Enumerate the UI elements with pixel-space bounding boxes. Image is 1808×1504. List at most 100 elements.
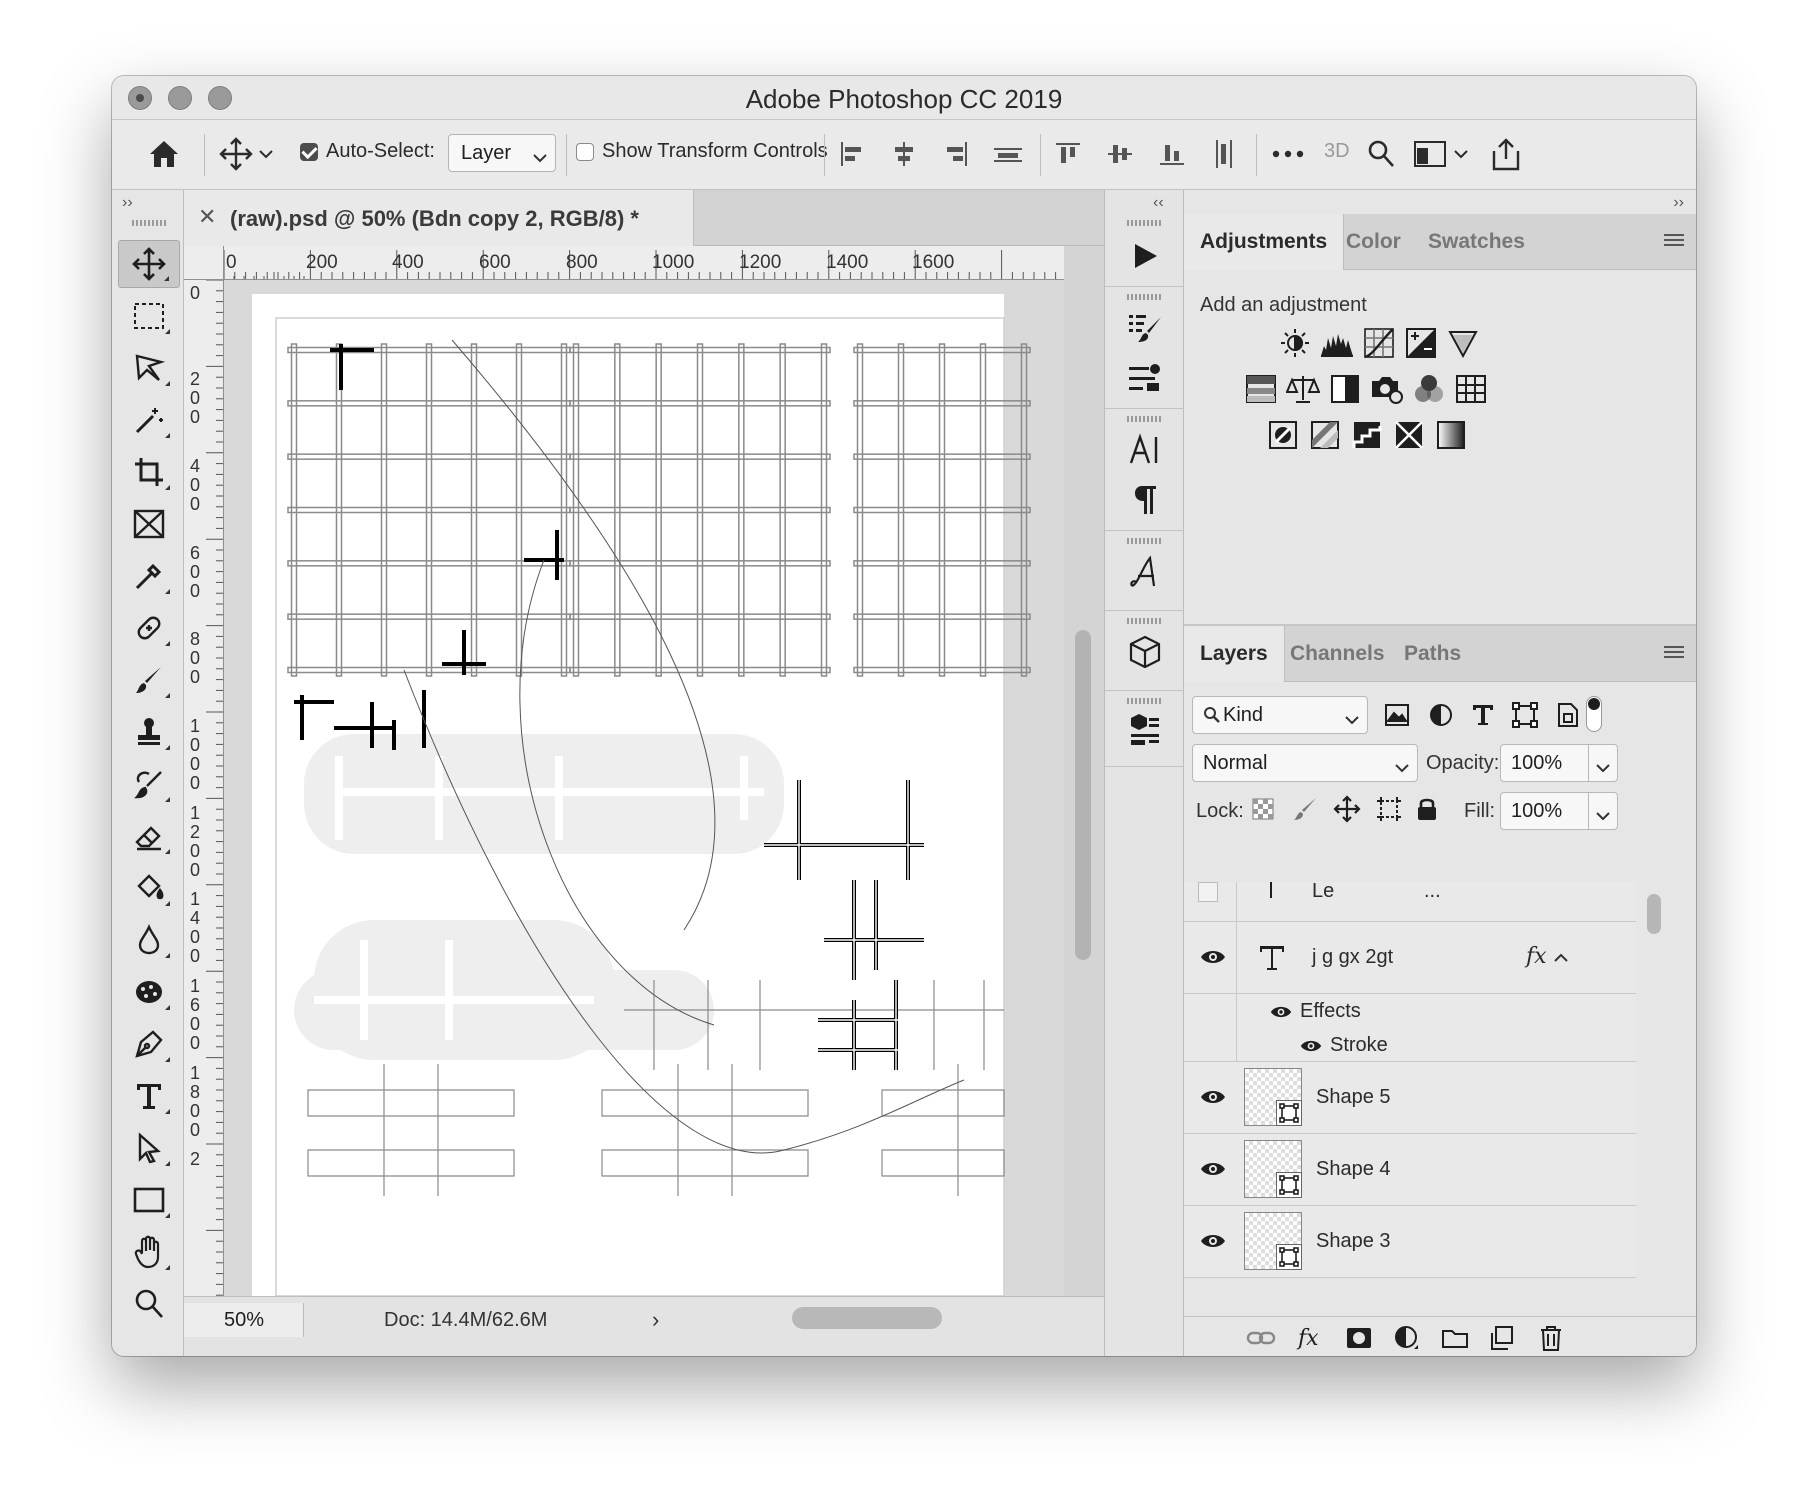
rectangle-tool-icon[interactable]: [118, 1176, 180, 1224]
rectangular-marquee-tool-icon[interactable]: [118, 292, 180, 340]
blur-tool-icon[interactable]: [118, 916, 180, 964]
layer-row[interactable]: j g gx 2gt fx: [1184, 922, 1636, 994]
layers-scrollbar[interactable]: [1644, 882, 1664, 1332]
pen-tool-icon[interactable]: [118, 1020, 180, 1068]
distribute-vertical-icon[interactable]: [990, 132, 1026, 176]
ruler-origin[interactable]: [184, 246, 224, 280]
clone-source-icon[interactable]: [1113, 352, 1177, 404]
effect-row[interactable]: Stroke: [1184, 1028, 1636, 1062]
vertical-ruler[interactable]: 0 200 400 600 800 1000 1200 1400 1600 18…: [184, 280, 224, 1296]
share-icon[interactable]: [1486, 132, 1526, 176]
document-info[interactable]: Doc: 14.4M/62.6M: [384, 1309, 547, 1332]
blend-mode-dropdown[interactable]: Normal: [1192, 744, 1418, 782]
move-tool-icon[interactable]: [118, 240, 180, 288]
fill-slider-toggle[interactable]: [1588, 792, 1618, 830]
layer-effects-fx-icon[interactable]: fx: [1526, 944, 1547, 969]
color-lookup-icon[interactable]: [1454, 372, 1488, 406]
document-canvas[interactable]: [224, 280, 1064, 1296]
document-tab[interactable]: ✕ (raw).psd @ 50% (Bdn copy 2, RGB/8) *: [184, 190, 694, 246]
new-fill-adjustment-layer-icon[interactable]: [1392, 1323, 1422, 1353]
auto-select-target-dropdown[interactable]: Layer: [448, 134, 556, 172]
link-layers-icon[interactable]: [1246, 1323, 1276, 1353]
collapse-panels-icon[interactable]: ››: [1673, 194, 1684, 212]
align-bottom-edges-icon[interactable]: [1154, 132, 1190, 176]
vertical-scrollbar[interactable]: [1064, 246, 1104, 1296]
align-horizontal-centers-icon[interactable]: [886, 132, 922, 176]
horizontal-scroll-thumb[interactable]: [792, 1307, 942, 1329]
paint-bucket-tool-icon[interactable]: [118, 864, 180, 912]
lock-all-icon[interactable]: [1410, 792, 1444, 826]
layer-filter-kind-dropdown[interactable]: Kind: [1192, 696, 1368, 734]
sponge-tool-icon[interactable]: [118, 968, 180, 1016]
align-right-edges-icon[interactable]: [938, 132, 974, 176]
layer-thumbnail[interactable]: [1244, 1212, 1302, 1270]
filter-pixel-layers-icon[interactable]: [1380, 698, 1414, 732]
tab-paths[interactable]: Paths: [1388, 626, 1477, 682]
clone-stamp-tool-icon[interactable]: [118, 708, 180, 756]
align-top-edges-icon[interactable]: [1050, 132, 1086, 176]
photo-filter-icon[interactable]: [1370, 372, 1404, 406]
layer-thumbnail[interactable]: [1244, 1140, 1302, 1198]
glyphs-panel-icon[interactable]: [1113, 546, 1177, 598]
filter-shape-layers-icon[interactable]: [1508, 698, 1542, 732]
layer-thumbnail[interactable]: [1244, 1068, 1302, 1126]
channel-mixer-icon[interactable]: [1412, 372, 1446, 406]
zoom-level-field[interactable]: 50%: [184, 1303, 304, 1337]
tab-layers[interactable]: Layers: [1184, 626, 1285, 682]
tool-preset-chevron-icon[interactable]: [256, 132, 276, 176]
add-layer-mask-icon[interactable]: [1344, 1323, 1374, 1353]
tools-grip[interactable]: [132, 220, 168, 226]
home-icon[interactable]: [142, 132, 186, 176]
visibility-toggle-off[interactable]: [1198, 882, 1218, 902]
filter-adjustment-layers-icon[interactable]: [1424, 698, 1458, 732]
eye-icon[interactable]: [1200, 948, 1226, 966]
eye-icon[interactable]: [1200, 1088, 1226, 1106]
tab-adjustments[interactable]: Adjustments: [1184, 214, 1345, 270]
crop-tool-icon[interactable]: [118, 448, 180, 496]
tab-swatches[interactable]: Swatches: [1412, 214, 1541, 270]
frame-tool-icon[interactable]: [118, 500, 180, 548]
type-tool-icon[interactable]: [118, 1072, 180, 1120]
healing-brush-tool-icon[interactable]: [118, 604, 180, 652]
collapse-dock-icon[interactable]: ‹‹: [1153, 194, 1164, 212]
threshold-icon[interactable]: [1350, 418, 1384, 452]
align-left-edges-icon[interactable]: [834, 132, 870, 176]
layers-panel-menu-icon[interactable]: [1664, 646, 1684, 660]
lock-image-pixels-icon[interactable]: [1288, 792, 1322, 826]
eye-icon[interactable]: [1300, 1038, 1326, 1056]
fill-field[interactable]: 100%: [1500, 792, 1590, 830]
color-balance-icon[interactable]: [1286, 372, 1320, 406]
invert-icon[interactable]: [1266, 418, 1300, 452]
properties-panel-icon[interactable]: [1113, 704, 1177, 756]
align-vertical-centers-icon[interactable]: [1102, 132, 1138, 176]
path-selection-tool-icon[interactable]: [118, 1124, 180, 1172]
layers-scroll-thumb[interactable]: [1647, 894, 1661, 934]
tab-channels[interactable]: Channels: [1274, 626, 1401, 682]
zoom-tool-icon[interactable]: [118, 1280, 180, 1328]
layer-row[interactable]: Shape 3: [1184, 1206, 1636, 1278]
filter-toggle-switch[interactable]: [1586, 696, 1602, 732]
workspace-icon[interactable]: [1412, 132, 1448, 176]
black-white-icon[interactable]: [1328, 372, 1362, 406]
more-options-icon[interactable]: [1268, 132, 1308, 176]
new-group-folder-icon[interactable]: [1440, 1323, 1470, 1353]
selective-color-icon[interactable]: [1392, 418, 1426, 452]
adjustments-panel-menu-icon[interactable]: [1664, 234, 1684, 248]
opacity-slider-toggle[interactable]: [1588, 744, 1618, 782]
distribute-horizontal-icon[interactable]: [1206, 132, 1242, 176]
paragraph-panel-icon[interactable]: [1113, 474, 1177, 526]
eye-icon[interactable]: [1270, 1004, 1296, 1022]
dock-grip[interactable]: [1127, 220, 1163, 226]
levels-icon[interactable]: [1320, 326, 1354, 360]
vibrance-icon[interactable]: [1446, 326, 1480, 360]
filter-smart-objects-icon[interactable]: [1550, 698, 1584, 732]
add-layer-style-fx-icon[interactable]: fx: [1296, 1323, 1326, 1353]
workspace-chevron-icon[interactable]: [1452, 132, 1470, 176]
3d-panel-icon[interactable]: [1113, 626, 1177, 678]
eraser-tool-icon[interactable]: [118, 812, 180, 860]
status-menu-arrow-icon[interactable]: ›: [652, 1307, 659, 1333]
lock-transparent-pixels-icon[interactable]: [1246, 792, 1280, 826]
lasso-tool-icon[interactable]: [118, 344, 180, 392]
eye-icon[interactable]: [1200, 1160, 1226, 1178]
effects-row[interactable]: Effects: [1184, 994, 1636, 1028]
